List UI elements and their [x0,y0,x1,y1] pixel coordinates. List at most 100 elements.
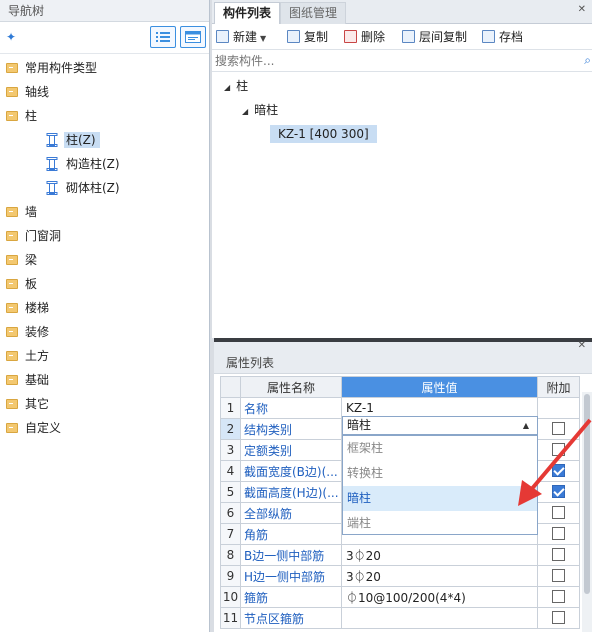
new-button[interactable]: 新建 ▼ [216,28,266,46]
save-label: 存档 [499,30,524,44]
close-icon[interactable]: ✕ [578,340,586,351]
tree-folder-label: 柱 [25,109,38,123]
tree-folder-8[interactable]: 装修 [6,322,53,342]
tree-node-hidden-column[interactable]: ◢ 暗柱 [242,100,278,120]
tree-folder-label: 其它 [25,397,50,411]
property-row[interactable]: 10 箍筋 ⏀10@100/200(4*4) [220,586,580,608]
add-checkbox[interactable] [552,548,565,561]
add-checkbox[interactable] [552,569,565,582]
tree-item-label: 砌体柱(Z) [66,181,120,195]
dropdown-option[interactable]: 暗柱 [343,486,537,511]
detail-view-button[interactable] [180,26,206,48]
tree-folder-1[interactable]: 轴线 [6,82,53,102]
add-checkbox[interactable] [552,464,565,477]
structure-category-select[interactable]: 暗柱 ▲ [342,416,538,435]
expand-triangle-icon[interactable]: ◢ [242,107,248,116]
folder-icon [6,207,18,217]
tree-folder-2[interactable]: 柱 [6,106,41,126]
tree-node-column[interactable]: ◢ 柱 [224,76,248,96]
nav-tree-title: 导航树 [0,0,209,22]
tree-folder-11[interactable]: 其它 [6,394,53,414]
search-input[interactable] [215,53,577,69]
add-checkbox[interactable] [552,527,565,540]
property-scrollbar[interactable] [582,392,592,632]
property-row[interactable]: 11 节点区箍筋 [220,607,580,629]
tree-folder-label: 自定义 [25,421,62,435]
property-row[interactable]: 8 B边一侧中部筋 3⏀20 [220,544,580,566]
add-sparkle-icon[interactable]: ✦ [6,30,16,44]
new-label: 新建 [233,30,258,44]
dropdown-option[interactable]: 转换柱 [343,461,537,486]
floor-copy-button[interactable]: 层间复制 [402,28,467,46]
row-index: 6 [220,502,241,524]
tree-folder-label: 墙 [25,205,38,219]
tree-folder-7[interactable]: 楼梯 [6,298,53,318]
tree-folder-12[interactable]: 自定义 [6,418,65,438]
folder-icon [6,423,18,433]
dropdown-option[interactable]: 端柱 [343,511,537,536]
folder-icon [6,63,18,73]
property-name-cell: 箍筋 [240,586,342,608]
search-icon[interactable]: ⌕ [584,53,591,68]
tree-folder-5[interactable]: 梁 [6,250,41,270]
tab-drawing-management[interactable]: 图纸管理 [280,2,347,24]
add-checkbox[interactable] [552,443,565,456]
property-value-cell[interactable]: 3⏀20 [341,544,538,566]
tree-folder-10[interactable]: 基础 [6,370,53,390]
property-row[interactable]: 9 H边一侧中部筋 3⏀20 [220,565,580,587]
add-checkbox[interactable] [552,611,565,624]
chevron-up-icon[interactable]: ▲ [523,417,529,434]
add-checkbox[interactable] [552,485,565,498]
add-cell [537,439,580,461]
folder-icon [6,399,18,409]
tab-component-list[interactable]: 构件列表 [214,2,281,24]
add-cell [537,544,580,566]
row-index: 3 [220,439,241,461]
dropdown-option[interactable]: 框架柱 [343,436,537,461]
tree-column-child-1[interactable]: 构造柱(Z) [46,154,124,174]
delete-button[interactable]: 删除 [344,28,385,46]
list-view-button[interactable] [150,26,176,48]
add-checkbox[interactable] [552,422,565,435]
expand-triangle-icon[interactable]: ◢ [224,83,230,92]
add-checkbox[interactable] [552,506,565,519]
add-checkbox[interactable] [552,590,565,603]
tree-folder-6[interactable]: 板 [6,274,41,294]
tree-column-child-0[interactable]: 柱(Z) [46,130,100,150]
archive-icon [482,30,495,43]
add-cell [537,481,580,503]
tree-node-kz1[interactable]: KZ-1 [400 300] [270,124,377,144]
scrollbar-thumb[interactable] [584,394,590,594]
navigation-tree-panel: 导航树 ✦ 常用构件类型轴线柱柱(Z) 构造柱(Z) 砌体柱(Z) 墙门窗洞梁板楼梯装… [0,0,210,632]
property-name-cell: 定额类别 [240,439,342,461]
header-property-name[interactable]: 属性名称 [240,376,342,398]
property-name-cell: 结构类别 [240,418,342,440]
new-file-icon [216,30,229,43]
folder-icon [6,87,18,97]
header-add[interactable]: 附加 [537,376,580,398]
property-value-cell[interactable]: 3⏀20 [341,565,538,587]
tree-folder-label: 基础 [25,373,50,387]
property-value-cell[interactable]: ⏀10@100/200(4*4) [341,586,538,608]
copy-button[interactable]: 复制 [287,28,328,46]
property-value-cell[interactable] [341,607,538,629]
delete-icon [344,30,357,43]
structure-category-dropdown: 框架柱 转换柱 暗柱 端柱 [342,435,538,535]
add-cell [537,460,580,482]
tree-column-child-2[interactable]: 砌体柱(Z) [46,178,124,198]
add-cell [537,397,580,419]
row-index: 5 [220,481,241,503]
tree-item-label: 构造柱(Z) [66,157,120,171]
tree-folder-label: 常用构件类型 [25,61,98,75]
row-index: 10 [220,586,241,608]
tree-node-label: 柱 [236,79,249,93]
floor-copy-icon [402,30,415,43]
tree-folder-9[interactable]: 土方 [6,346,53,366]
tree-folder-3[interactable]: 墙 [6,202,41,222]
window-icon [185,31,201,43]
tree-folder-4[interactable]: 门窗洞 [6,226,65,246]
save-button[interactable]: 存档 [482,28,523,46]
tree-folder-0[interactable]: 常用构件类型 [6,58,101,78]
close-icon[interactable]: ✕ [578,4,586,15]
header-property-value[interactable]: 属性值 [341,376,538,398]
